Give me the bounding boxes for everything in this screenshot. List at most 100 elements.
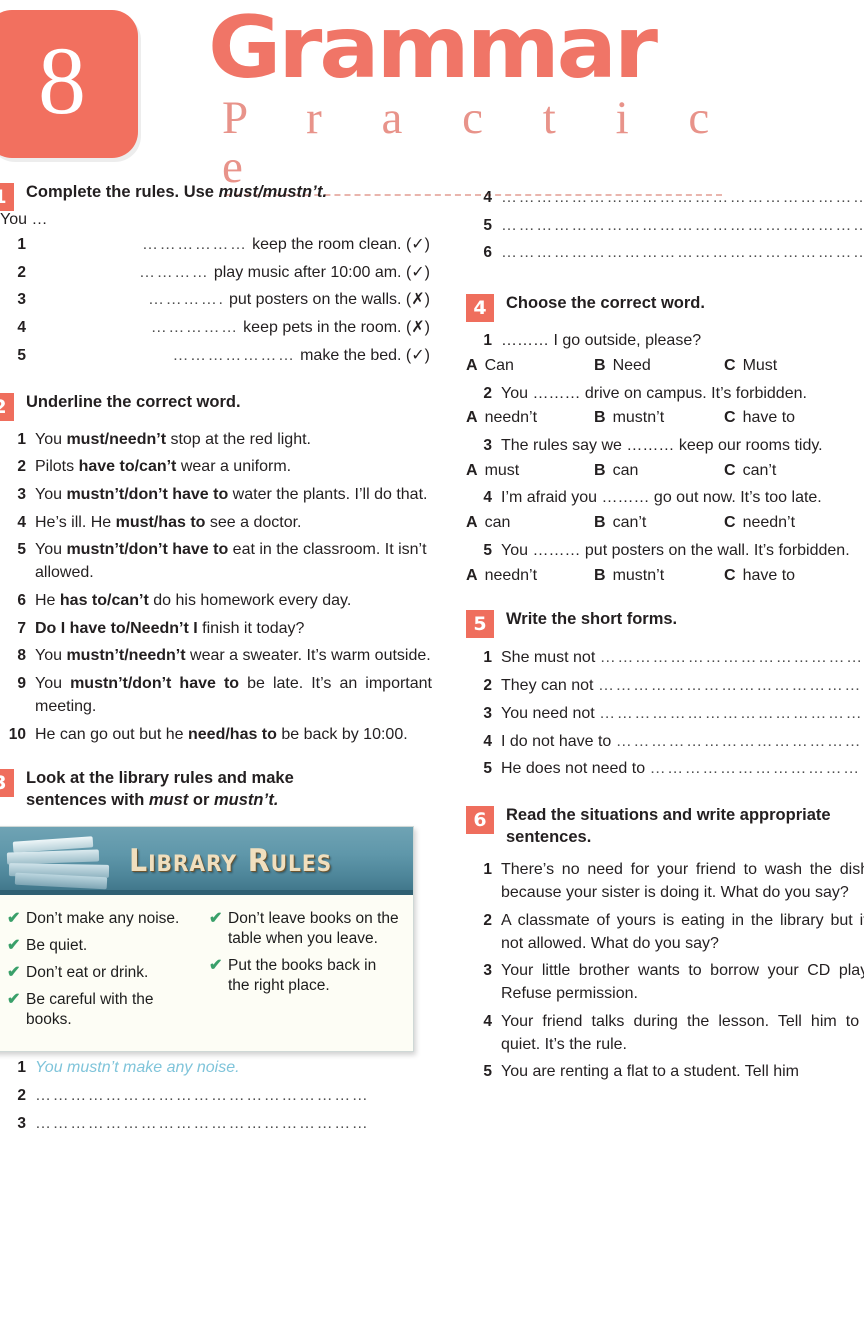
- item-body[interactable]: They can not …………………………………………: [501, 675, 864, 698]
- answer-blank[interactable]: …………………………………………: [598, 677, 864, 694]
- choice-b[interactable]: Bmustn’t: [594, 565, 724, 588]
- exercise-1: 1 Complete the rules. Use must/mustn’t. …: [0, 182, 432, 368]
- answer-blank[interactable]: ………….: [148, 291, 224, 308]
- answer-blank[interactable]: ………………………………: [650, 760, 861, 777]
- answer-blank[interactable]: ……………: [151, 319, 239, 336]
- item-body[interactable]: He’s ill. He must/has to see a doctor.: [35, 512, 432, 535]
- exercise-3-title: Look at the library rules and make sente…: [14, 768, 294, 812]
- page-subtitle: P r a c t i c e: [222, 91, 734, 194]
- list-item: ✔ Don’t make any noise.: [7, 909, 199, 929]
- item-number: 2: [483, 677, 492, 695]
- exercise-5-number: 5: [466, 610, 494, 639]
- choice-b[interactable]: Bcan: [594, 460, 724, 483]
- item-body[interactable]: …………. put posters on the walls. (✗): [35, 289, 432, 312]
- choice-a[interactable]: Acan: [466, 512, 594, 535]
- choice-a[interactable]: Aneedn’t: [466, 407, 594, 430]
- item-options[interactable]: need/has to: [188, 726, 277, 743]
- choice-letter: C: [724, 356, 736, 374]
- choice-row: Aneedn’t Bmustn’t Chave to: [466, 565, 864, 588]
- answer-blank[interactable]: …………………………………………: [600, 649, 864, 666]
- item-number: 2: [17, 1087, 26, 1105]
- rule-text: Don’t leave books on the table when you …: [228, 909, 399, 947]
- item-body[interactable]: He can go out but he need/has to be back…: [35, 724, 432, 747]
- choice-b[interactable]: Bmustn’t: [594, 407, 724, 430]
- item-pre: He: [35, 591, 60, 609]
- library-rules-title: Library Rules: [129, 842, 333, 879]
- answer-blank[interactable]: ………………: [142, 236, 248, 253]
- choice-c[interactable]: Chave to: [724, 565, 864, 588]
- sample-answer[interactable]: You mustn’t make any noise.: [35, 1057, 432, 1080]
- item-options[interactable]: mustn’t/don’t have to: [66, 541, 228, 558]
- item-pre: He can go out but he: [35, 725, 188, 743]
- answer-blank[interactable]: ……………………………………………………………: [501, 242, 864, 265]
- choice-c[interactable]: Chave to: [724, 407, 864, 430]
- item-body[interactable]: She must not …………………………………………: [501, 647, 864, 670]
- answer-blank[interactable]: …………………………………………: [599, 705, 864, 722]
- item-post: finish it today?: [197, 619, 305, 637]
- item-body[interactable]: …………… keep pets in the room. (✗): [35, 317, 432, 340]
- item-body[interactable]: You need not …………………………………………: [501, 703, 864, 726]
- item-options[interactable]: has to/can’t: [60, 592, 149, 609]
- choice-row: Acan Bcan’t Cneedn’t: [466, 512, 864, 535]
- answer-blank[interactable]: …………: [139, 264, 209, 281]
- list-item: 5 You mustn’t/don’t have to eat in the cl…: [0, 539, 432, 584]
- item-options[interactable]: mustn’t/don’t have to: [70, 675, 239, 692]
- item-number: 1: [483, 649, 492, 667]
- item-body[interactable]: He has to/can’t do his homework every da…: [35, 590, 432, 613]
- choice-a[interactable]: A Can: [466, 355, 594, 378]
- check-icon: ✔: [7, 964, 21, 982]
- question-stem: The rules say we ……… keep our rooms tidy…: [501, 437, 823, 455]
- answer-blank[interactable]: ……………………………………: [616, 733, 862, 750]
- exercise-4-number: 4: [466, 294, 494, 323]
- choice-c[interactable]: Ccan’t: [724, 460, 864, 483]
- item-options[interactable]: mustn’t/don’t have to: [66, 486, 228, 503]
- item-body[interactable]: ………… play music after 10:00 am. (✓): [35, 262, 432, 285]
- item-body[interactable]: You mustn’t/don’t have to be late. It’s …: [35, 673, 432, 718]
- choice-letter: B: [594, 514, 606, 532]
- list-item: 5 You ……… put posters on the wall. It’s …: [466, 540, 864, 587]
- item-options[interactable]: mustn’t/needn’t: [66, 647, 185, 664]
- choice-c[interactable]: C Must: [724, 355, 864, 378]
- item-body[interactable]: He does not need to ………………………………: [501, 758, 864, 781]
- item-body[interactable]: You must/needn’t stop at the red light.: [35, 429, 432, 452]
- answer-blank[interactable]: …………………: [172, 347, 295, 364]
- item-text: make the bed. (✓): [295, 346, 430, 364]
- answer-blank[interactable]: …………………………………………………: [35, 1113, 432, 1136]
- item-options[interactable]: must/needn’t: [66, 431, 166, 448]
- check-icon: ✔: [209, 909, 223, 927]
- right-column: 4…………………………………………………………… 5………………………………………: [466, 182, 864, 1088]
- item-number: 4: [483, 189, 492, 206]
- item-body[interactable]: ………………… make the bed. (✓): [35, 345, 432, 368]
- choice-text: Need: [612, 356, 651, 374]
- choice-a[interactable]: Aneedn’t: [466, 565, 594, 588]
- item-options[interactable]: Do I have to/Needn’t I: [35, 620, 198, 637]
- list-item: 10 He can go out but he need/has to be ba…: [0, 724, 432, 747]
- item-body[interactable]: You mustn’t/needn’t wear a sweater. It’s…: [35, 645, 432, 668]
- answer-blank[interactable]: …………………………………………………: [35, 1085, 432, 1108]
- item-body[interactable]: Pilots have to/can’t wear a uniform.: [35, 456, 432, 479]
- answer-blank[interactable]: ……………………………………………………………: [501, 187, 864, 210]
- choice-b[interactable]: B Need: [594, 355, 724, 378]
- choice-text: mustn’t: [612, 566, 665, 584]
- item-body[interactable]: You mustn’t/don’t have to eat in the cla…: [35, 539, 432, 584]
- rule-text: Put the books back in the right place.: [228, 957, 377, 995]
- choice-text: needn’t: [484, 409, 538, 427]
- choice-a[interactable]: Amust: [466, 460, 594, 483]
- item-options[interactable]: have to/can’t: [79, 458, 177, 475]
- item-body[interactable]: I do not have to ……………………………………: [501, 731, 864, 754]
- item-body[interactable]: Do I have to/Needn’t I finish it today?: [35, 618, 432, 641]
- item-body[interactable]: You mustn’t/don’t have to water the plan…: [35, 484, 432, 507]
- choice-b[interactable]: Bcan’t: [594, 512, 724, 535]
- answer-blank[interactable]: ……………………………………………………………: [501, 215, 864, 238]
- list-item: 2 …………………………………………………: [0, 1085, 432, 1108]
- question-stem: You ……… put posters on the wall. It’s fo…: [501, 541, 850, 559]
- choice-text: have to: [742, 566, 796, 584]
- choice-text: must: [484, 461, 520, 479]
- item-body[interactable]: ……………… keep the room clean. (✓): [35, 234, 432, 257]
- item-options[interactable]: must/has to: [116, 514, 206, 531]
- exercise-2-title: Underline the correct word.: [26, 392, 241, 411]
- library-rules-body: ✔ Don’t make any noise. ✔ Be quiet. ✔ Don’t…: [0, 894, 413, 1052]
- item-text: He does not need to: [501, 760, 650, 778]
- choice-c[interactable]: Cneedn’t: [724, 512, 864, 535]
- left-column: 1 Complete the rules. Use must/mustn’t. …: [0, 182, 432, 1140]
